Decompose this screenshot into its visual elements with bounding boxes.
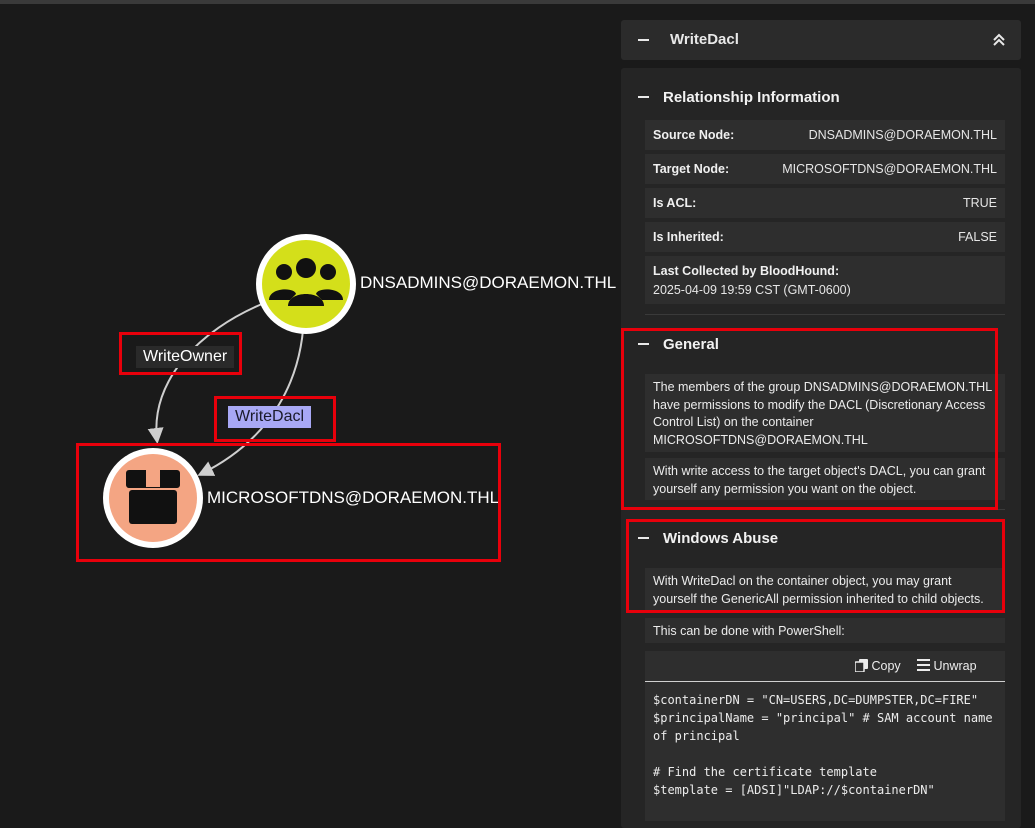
copy-icon [854, 659, 868, 673]
info-value: TRUE [962, 196, 997, 210]
copy-button[interactable]: Copy [854, 659, 901, 673]
info-key: Source Node: [653, 128, 735, 142]
info-row-is-acl: Is ACL: TRUE [645, 188, 1005, 218]
unwrap-icon [917, 659, 930, 671]
relationship-collapse-icon[interactable] [638, 96, 649, 98]
unwrap-label: Unwrap [933, 659, 977, 673]
info-row-source-node: Source Node: DNSADMINS@DORAEMON.THL [645, 120, 1005, 150]
info-key: Is Inherited: [653, 230, 724, 244]
panel-header: WriteDacl [621, 20, 1021, 60]
copy-label: Copy [871, 659, 901, 673]
highlight-box-general [621, 328, 998, 510]
info-value: MICROSOFTDNS@DORAEMON.THL [782, 162, 997, 176]
info-value: FALSE [958, 230, 997, 244]
double-chevron-up-icon[interactable] [991, 32, 1007, 48]
node-dnsadmins[interactable] [254, 232, 358, 336]
panel-body[interactable]: Relationship Information Source Node: DN… [621, 68, 1021, 828]
powershell-code-block[interactable]: $containerDN = "CN=USERS,DC=DUMPSTER,DC=… [645, 681, 1005, 821]
info-key: Last Collected by BloodHound: [653, 264, 840, 278]
node-dnsadmins-fill [262, 240, 350, 328]
highlight-box-writedacl [214, 396, 336, 442]
collapse-icon[interactable] [638, 39, 649, 41]
info-row-target-node: Target Node: MICROSOFTDNS@DORAEMON.THL [645, 154, 1005, 184]
windows-abuse-paragraph: This can be done with PowerShell: [645, 618, 1005, 643]
highlight-box-target-node [76, 443, 501, 562]
highlight-box-writeowner [119, 332, 242, 375]
info-value: 2025-04-09 19:59 CST (GMT-0600) [653, 283, 851, 297]
unwrap-button[interactable]: Unwrap [917, 659, 977, 673]
info-key: Target Node: [653, 162, 730, 176]
code-toolbar: Copy Unwrap [645, 651, 1005, 681]
info-row-last-collected: Last Collected by BloodHound: 2025-04-09… [645, 256, 1005, 304]
panel-title: WriteDacl [670, 31, 739, 48]
info-key: Is ACL: [653, 196, 697, 210]
info-row-is-inherited: Is Inherited: FALSE [645, 222, 1005, 252]
node-dnsadmins-label[interactable]: DNSADMINS@DORAEMON.THL [360, 273, 616, 293]
info-value: DNSADMINS@DORAEMON.THL [808, 128, 997, 142]
graph-canvas[interactable]: DNSADMINS@DORAEMON.THL MICROSOFTDNS@DORA… [0, 0, 616, 818]
divider [645, 314, 1005, 315]
relationship-section-title[interactable]: Relationship Information [663, 89, 840, 106]
highlight-box-windows-abuse [626, 519, 1005, 613]
